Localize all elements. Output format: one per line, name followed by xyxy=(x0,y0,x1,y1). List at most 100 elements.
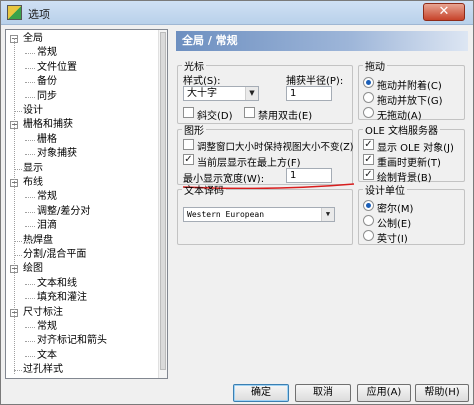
cancel-button[interactable]: 取消 xyxy=(295,384,351,402)
tree-item[interactable]: 常规 xyxy=(6,190,156,204)
tree-item[interactable]: 调整/差分对 xyxy=(6,205,156,219)
metric-label: 公制(E) xyxy=(377,219,412,230)
tree-item[interactable]: 泪滴 xyxy=(6,219,156,233)
tree-connector xyxy=(25,355,35,357)
tree-item[interactable]: 常规 xyxy=(6,320,156,334)
tree-item-category[interactable]: 显示 xyxy=(6,162,156,176)
close-button[interactable]: ✕ xyxy=(423,3,465,21)
tree-connector xyxy=(25,211,35,213)
current-layer-top-checkbox[interactable]: ✓ xyxy=(183,154,194,165)
disable-double-click-label: 禁用双击(E) xyxy=(258,111,313,122)
tree-connector xyxy=(14,370,22,372)
tree-item-label: 同步 xyxy=(37,90,57,102)
tree-item-category[interactable]: 分割/混合平面 xyxy=(6,248,156,262)
tree-item-label: 热焊盘 xyxy=(23,234,53,246)
tree-connector xyxy=(25,53,35,55)
tree-item[interactable]: 常规 xyxy=(6,46,156,60)
tree-item-category[interactable]: − 绘图 xyxy=(6,262,156,276)
tree-item-label: 显示 xyxy=(23,162,43,174)
drag-drop-label: 拖动并放下(G) xyxy=(377,96,443,107)
tree-item-category[interactable]: 设计 xyxy=(6,104,156,118)
tree-connector xyxy=(25,341,35,343)
tree-scrollbar[interactable] xyxy=(158,30,167,378)
drag-attach-radio[interactable] xyxy=(363,77,374,88)
tree-item[interactable]: 填充和灌注 xyxy=(6,291,156,305)
keep-view-checkbox[interactable] xyxy=(183,139,194,150)
tree-item-label: 过孔样式 xyxy=(23,364,63,376)
mil-radio[interactable] xyxy=(363,200,374,211)
cursor-style-select[interactable]: 大十字 ▼ xyxy=(183,86,259,101)
text-encoding-value: Western European xyxy=(187,210,265,219)
tree-connector xyxy=(14,111,22,112)
cursor-group-legend: 光标 xyxy=(184,62,204,73)
tree-item-category[interactable]: − 尺寸标注 xyxy=(6,306,156,320)
tree-item[interactable]: 文件位置 xyxy=(6,61,156,75)
tree-item-label: 填充和灌注 xyxy=(37,292,87,304)
redraw-update-checkbox[interactable]: ✓ xyxy=(363,154,374,165)
app-icon xyxy=(7,5,22,20)
window-title: 选项 xyxy=(28,8,50,21)
show-ole-label: 显示 OLE 对象(J) xyxy=(377,143,454,154)
tree-item-category[interactable]: 过孔样式 xyxy=(6,363,156,377)
tree-scrollbar-thumb[interactable] xyxy=(160,32,166,370)
tree-item[interactable]: 对齐标记和箭头 xyxy=(6,334,156,348)
page-title: 全局 / 常规 xyxy=(176,31,468,51)
tree-item-category[interactable]: − 全局 xyxy=(6,32,156,46)
tree-item-label: 常规 xyxy=(37,47,57,59)
keep-view-label: 调整窗口大小时保持视图大小不变(Z) xyxy=(197,142,354,153)
tree-connector xyxy=(25,197,35,199)
snap-radius-label: 捕获半径(P): xyxy=(286,76,344,87)
draw-background-checkbox[interactable]: ✓ xyxy=(363,169,374,180)
tree-item[interactable]: 同步 xyxy=(6,90,156,104)
drag-group-legend: 拖动 xyxy=(365,62,385,73)
tree-item-label: 设计 xyxy=(23,105,43,116)
inch-radio[interactable] xyxy=(363,230,374,241)
tree-item-label: 调整/差分对 xyxy=(37,205,91,217)
tree-item-label: 常规 xyxy=(37,191,57,203)
chevron-down-icon[interactable]: ▼ xyxy=(245,87,258,100)
tree-connector xyxy=(14,255,22,256)
drag-drop-radio[interactable] xyxy=(363,92,374,103)
tree-connector xyxy=(25,82,35,84)
tree-item-label: 常规 xyxy=(37,321,57,332)
inch-label: 英寸(I) xyxy=(377,234,408,245)
cursor-style-label: 样式(S): xyxy=(183,76,221,87)
tree-item-category[interactable]: − 栅格和捕获 xyxy=(6,118,156,132)
tree-item-label: 尺寸标注 xyxy=(23,306,63,318)
snap-radius-input[interactable]: 1 xyxy=(286,86,332,101)
options-tree: − 全局 常规 文件位置 备份 同步 设计 − 栅格和捕获 栅格 对象捕获 显示 − 布线 常规 调整/差分对… xyxy=(5,29,168,379)
tree-item[interactable]: 文本和线 xyxy=(6,277,156,291)
show-ole-checkbox[interactable]: ✓ xyxy=(363,139,374,150)
tree-item-category[interactable]: 热焊盘 xyxy=(6,234,156,248)
italic-checkbox[interactable] xyxy=(183,107,194,118)
text-encoding-legend: 文本译码 xyxy=(184,186,224,197)
tree-item-label: 对象捕获 xyxy=(37,148,77,160)
disable-double-click-checkbox[interactable] xyxy=(244,107,255,118)
cursor-style-value: 大十字 xyxy=(187,88,217,99)
min-width-input[interactable]: 1 xyxy=(286,168,332,183)
tree-connector xyxy=(25,283,35,285)
chevron-down-icon[interactable]: ▼ xyxy=(321,208,334,221)
tree-item-label: 分割/混合平面 xyxy=(23,249,87,260)
tree-item-label: 栅格和捕获 xyxy=(23,119,73,131)
tree-connector xyxy=(25,139,35,141)
no-drag-label: 无拖动(A) xyxy=(377,111,422,122)
current-layer-top-label: 当前层显示在最上方(F) xyxy=(197,158,301,169)
apply-button[interactable]: 应用(A) xyxy=(357,384,411,402)
tree-item-label: 泪滴 xyxy=(37,220,57,232)
help-button[interactable]: 帮助(H) xyxy=(415,384,469,402)
graphics-group-legend: 图形 xyxy=(184,126,204,137)
tree-connector xyxy=(25,67,35,69)
metric-radio[interactable] xyxy=(363,215,374,226)
tree-item[interactable]: 文本 xyxy=(6,349,156,363)
no-drag-radio[interactable] xyxy=(363,107,374,118)
ole-group-legend: OLE 文档服务器 xyxy=(365,126,438,137)
tree-connector xyxy=(25,226,35,228)
tree-connector xyxy=(25,154,35,156)
tree-item[interactable]: 对象捕获 xyxy=(6,147,156,161)
tree-item-category[interactable]: − 布线 xyxy=(6,176,156,190)
text-encoding-select[interactable]: Western European ▼ xyxy=(183,207,335,222)
tree-item[interactable]: 备份 xyxy=(6,75,156,89)
tree-item[interactable]: 栅格 xyxy=(6,133,156,147)
ok-button[interactable]: 确定 xyxy=(233,384,289,402)
